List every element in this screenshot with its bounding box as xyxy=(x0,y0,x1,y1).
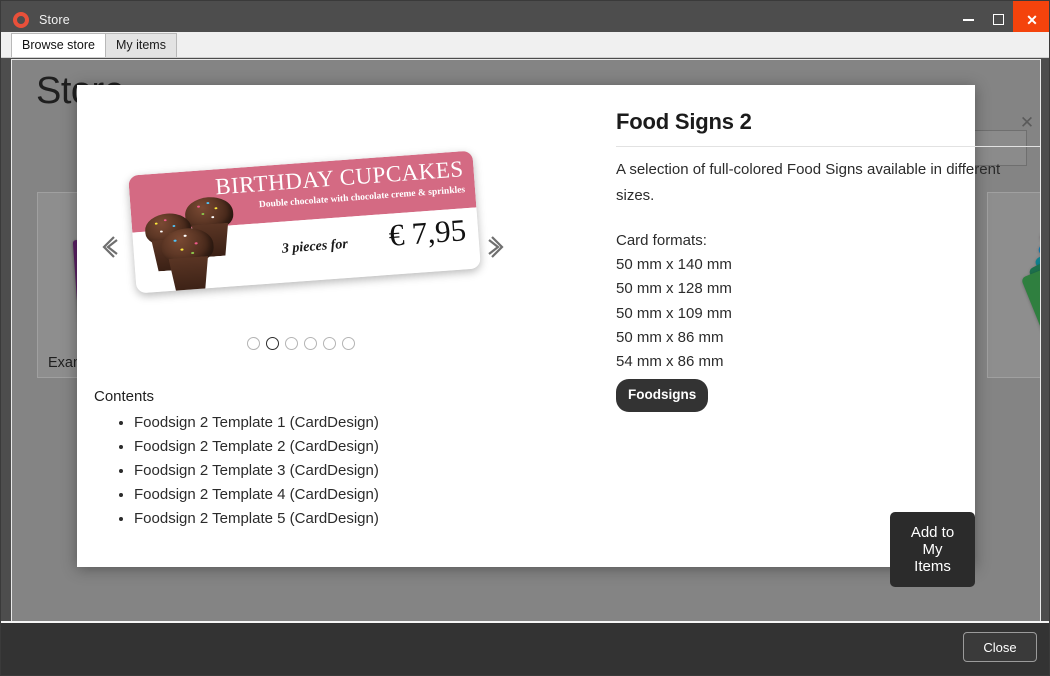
list-item: Foodsign 2 Template 5 (CardDesign) xyxy=(134,507,514,531)
minimize-icon xyxy=(962,18,974,21)
card-format: 50 mm x 128 mm xyxy=(616,280,732,298)
store-logo-icon xyxy=(13,11,29,28)
carousel-dots xyxy=(77,337,525,350)
maximize-icon xyxy=(992,14,1004,25)
cupcake-photo xyxy=(131,180,274,294)
carousel-slide-image: BIRTHDAY CUPCAKES Double chocolate with … xyxy=(128,150,481,294)
close-button[interactable]: Close xyxy=(963,632,1037,662)
chevron-right-icon xyxy=(488,236,504,258)
window-title: Store xyxy=(39,12,70,27)
carousel-prev-button[interactable] xyxy=(91,227,125,267)
carousel-next-button[interactable] xyxy=(481,227,515,267)
sign-quantity: 3 pieces for xyxy=(281,236,349,257)
modal-right-column: Food Signs 2 ✕ A selection of full-color… xyxy=(525,85,1040,587)
list-item: Foodsign 2 Template 1 (CardDesign) xyxy=(134,411,514,435)
modal-title: Food Signs 2 xyxy=(616,109,752,134)
carousel-dot[interactable] xyxy=(342,337,355,350)
add-to-my-items-button[interactable]: Add to My Items xyxy=(890,512,975,587)
carousel-dot-active[interactable] xyxy=(266,337,279,350)
chevron-left-icon xyxy=(102,236,118,258)
close-icon: ✕ xyxy=(1019,113,1035,132)
list-item: Foodsign 2 Template 2 (CardDesign) xyxy=(134,435,514,459)
store-window: Store ✕ Browse store My items Store xyxy=(0,0,1050,676)
carousel-dot[interactable] xyxy=(247,337,260,350)
card-formats-label: Card formats: xyxy=(616,232,707,249)
card-format: 50 mm x 109 mm xyxy=(616,304,732,322)
tab-browse-store[interactable]: Browse store xyxy=(11,33,106,57)
image-carousel: BIRTHDAY CUPCAKES Double chocolate with … xyxy=(77,111,525,375)
card-format: 54 mm x 86 mm xyxy=(616,353,724,371)
modal-close-button[interactable]: ✕ xyxy=(1015,111,1039,135)
list-item: Foodsign 2 Template 3 (CardDesign) xyxy=(134,459,514,483)
list-item: Foodsign 2 Template 4 (CardDesign) xyxy=(134,483,514,507)
cupcake-icon xyxy=(157,226,220,293)
close-icon: ✕ xyxy=(1026,11,1038,28)
contents-section: Contents Foodsign 2 Template 1 (CardDesi… xyxy=(94,388,514,531)
category-tag[interactable]: Foodsigns xyxy=(616,379,709,413)
contents-title: Contents xyxy=(94,388,155,405)
contents-list: Foodsign 2 Template 1 (CardDesign) Foods… xyxy=(94,411,514,531)
footer-bar: Close xyxy=(1,621,1049,675)
carousel-dot[interactable] xyxy=(323,337,336,350)
item-description: A selection of full-colored Food Signs a… xyxy=(616,161,1001,204)
sign-price: € 7,95 xyxy=(387,212,468,253)
card-format: 50 mm x 140 mm xyxy=(616,256,732,274)
card-formats-section: Card formats: 50 mm x 140 mm 50 mm x 128… xyxy=(616,229,1036,413)
carousel-dot[interactable] xyxy=(304,337,317,350)
modal-left-column: BIRTHDAY CUPCAKES Double chocolate with … xyxy=(77,85,525,567)
divider xyxy=(616,146,1040,147)
carousel-dot[interactable] xyxy=(285,337,298,350)
item-detail-modal: BIRTHDAY CUPCAKES Double chocolate with … xyxy=(77,85,1040,587)
tab-my-items[interactable]: My items xyxy=(104,33,177,57)
tab-strip: Browse store My items xyxy=(1,32,1049,58)
card-format: 50 mm x 86 mm xyxy=(616,328,724,346)
